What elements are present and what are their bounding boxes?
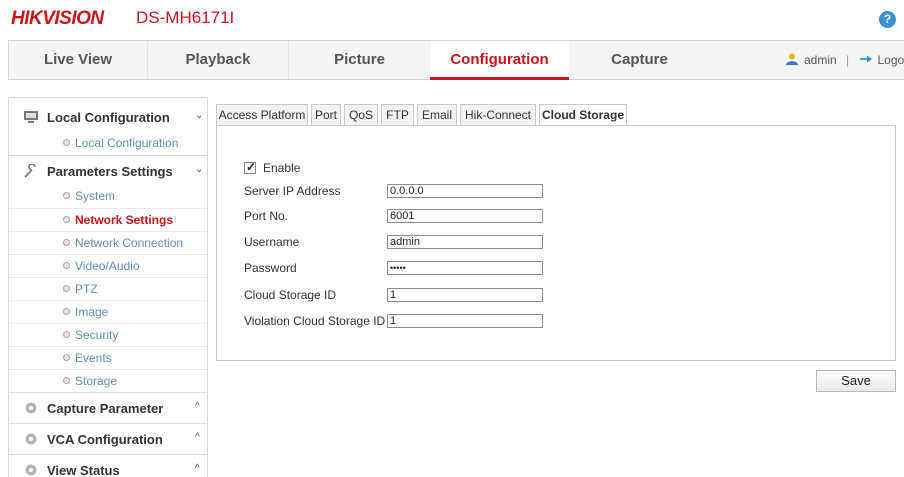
bullet-icon <box>63 308 70 315</box>
enable-checkbox[interactable]: ✓ <box>244 160 257 174</box>
bullet-icon <box>63 377 70 384</box>
bullet-icon <box>63 262 70 269</box>
sidebar-item-local-configuration[interactable]: Local Configuration <box>9 132 207 155</box>
violation-cloud-storage-id-field[interactable]: 1 <box>387 314 543 328</box>
help-icon[interactable]: ? <box>879 11 896 28</box>
subtab-ftp[interactable]: FTP <box>381 104 414 126</box>
bullet-icon <box>63 139 70 146</box>
bullet-icon <box>63 331 70 338</box>
sidebar-item-label: Local Configuration <box>75 136 179 150</box>
tab-live-view[interactable]: Live View <box>9 41 148 79</box>
tab-configuration[interactable]: Configuration <box>430 41 569 80</box>
port-field[interactable]: 6001 <box>387 209 543 223</box>
sidebar-item-label: Network Connection <box>75 236 184 250</box>
logout-icon[interactable] <box>859 53 873 65</box>
sidebar-item-image[interactable]: Image <box>9 300 207 323</box>
gear-icon <box>25 402 37 414</box>
brand-logo: HIKVISION <box>11 8 104 29</box>
sidebar-item-network-connection[interactable]: Network Connection <box>9 231 207 254</box>
cloud-storage-panel: ✓ Enable Server IP Address 0.0.0.0 Port … <box>216 125 896 361</box>
gear-icon <box>25 433 37 445</box>
chevron-down-icon: ⌄ <box>195 164 204 175</box>
subtab-qos[interactable]: QoS <box>344 104 378 126</box>
top-header: HIKVISION DS-MH6171I ? <box>0 0 904 38</box>
sidebar-section-vca-configuration[interactable]: VCA Configuration ^ <box>9 423 207 453</box>
subtab-cloud-storage[interactable]: Cloud Storage <box>539 104 627 127</box>
main-nav: Live View Playback Picture Configuration… <box>8 40 904 80</box>
sidebar-item-events[interactable]: Events <box>9 346 207 369</box>
sidebar-section-capture-parameter[interactable]: Capture Parameter ^ <box>9 392 207 422</box>
subtab-email[interactable]: Email <box>417 104 457 126</box>
tab-playback[interactable]: Playback <box>148 41 289 79</box>
bullet-icon <box>63 192 70 199</box>
violation-cloud-storage-id-label: Violation Cloud Storage ID <box>244 314 386 328</box>
sidebar-item-label: Network Settings <box>75 213 174 227</box>
logout-link[interactable]: Logout <box>878 53 904 67</box>
sidebar-section-view-status[interactable]: View Status ^ <box>9 454 207 477</box>
save-button[interactable]: Save <box>816 370 896 392</box>
bullet-icon <box>63 354 70 361</box>
chevron-up-icon: ^ <box>195 401 200 412</box>
sidebar-item-label: Security <box>75 328 119 342</box>
checkmark-icon: ✓ <box>246 160 257 174</box>
sidebar-item-network-settings[interactable]: Network Settings <box>9 208 207 231</box>
subtab-access-platform[interactable]: Access Platform <box>216 104 308 126</box>
sidebar-section-label: Capture Parameter <box>47 401 164 416</box>
device-model: DS-MH6171I <box>136 8 235 27</box>
sidebar-section-label: View Status <box>47 463 120 477</box>
sidebar-item-ptz[interactable]: PTZ <box>9 277 207 300</box>
sidebar-item-system[interactable]: System <box>9 185 207 208</box>
tab-picture[interactable]: Picture <box>289 41 430 79</box>
gear-icon <box>25 464 37 476</box>
sidebar: Local Configuration ⌄ Local Configuratio… <box>8 97 208 477</box>
port-label: Port No. <box>244 209 289 223</box>
bullet-icon <box>63 285 70 292</box>
wrench-icon <box>24 164 36 178</box>
sidebar-item-label: Video/Audio <box>75 259 140 273</box>
chevron-up-icon: ^ <box>195 463 200 474</box>
server-ip-field[interactable]: 0.0.0.0 <box>387 184 543 198</box>
enable-label: Enable <box>263 161 301 175</box>
chevron-down-icon: ⌄ <box>195 110 204 121</box>
bullet-icon <box>63 239 70 246</box>
sidebar-item-label: Storage <box>75 374 118 388</box>
password-field[interactable]: ••••• <box>387 261 543 275</box>
chevron-up-icon: ^ <box>195 432 200 443</box>
sidebar-section-label: Local Configuration <box>47 110 170 125</box>
sidebar-item-storage[interactable]: Storage <box>9 369 207 392</box>
subtab-hik-connect[interactable]: Hik-Connect <box>460 104 536 126</box>
sidebar-item-label: Image <box>75 305 109 319</box>
sidebar-item-label: Events <box>75 351 112 365</box>
tab-capture[interactable]: Capture <box>569 41 710 79</box>
sidebar-item-security[interactable]: Security <box>9 323 207 346</box>
cloud-storage-id-field[interactable]: 1 <box>387 288 543 302</box>
username-label[interactable]: admin <box>804 53 837 67</box>
password-label: Password <box>244 261 297 275</box>
sidebar-item-label: System <box>75 189 116 203</box>
username-label: Username <box>244 235 300 249</box>
sidebar-item-label: PTZ <box>75 282 98 296</box>
user-area: admin | Logout <box>785 53 904 67</box>
cloud-storage-id-label: Cloud Storage ID <box>244 288 337 302</box>
sidebar-section-local-configuration[interactable]: Local Configuration ⌄ <box>9 102 207 132</box>
server-ip-label: Server IP Address <box>244 184 341 198</box>
sidebar-section-parameters-settings[interactable]: Parameters Settings ⌄ <box>9 155 207 185</box>
user-icon <box>786 53 798 65</box>
monitor-icon <box>24 111 38 123</box>
username-field[interactable]: admin <box>387 235 543 249</box>
subtab-port[interactable]: Port <box>311 104 341 126</box>
sidebar-section-label: VCA Configuration <box>47 432 163 447</box>
user-separator: | <box>846 53 850 67</box>
sidebar-section-label: Parameters Settings <box>47 164 173 179</box>
bullet-icon <box>63 216 70 223</box>
sidebar-item-video-audio[interactable]: Video/Audio <box>9 254 207 277</box>
